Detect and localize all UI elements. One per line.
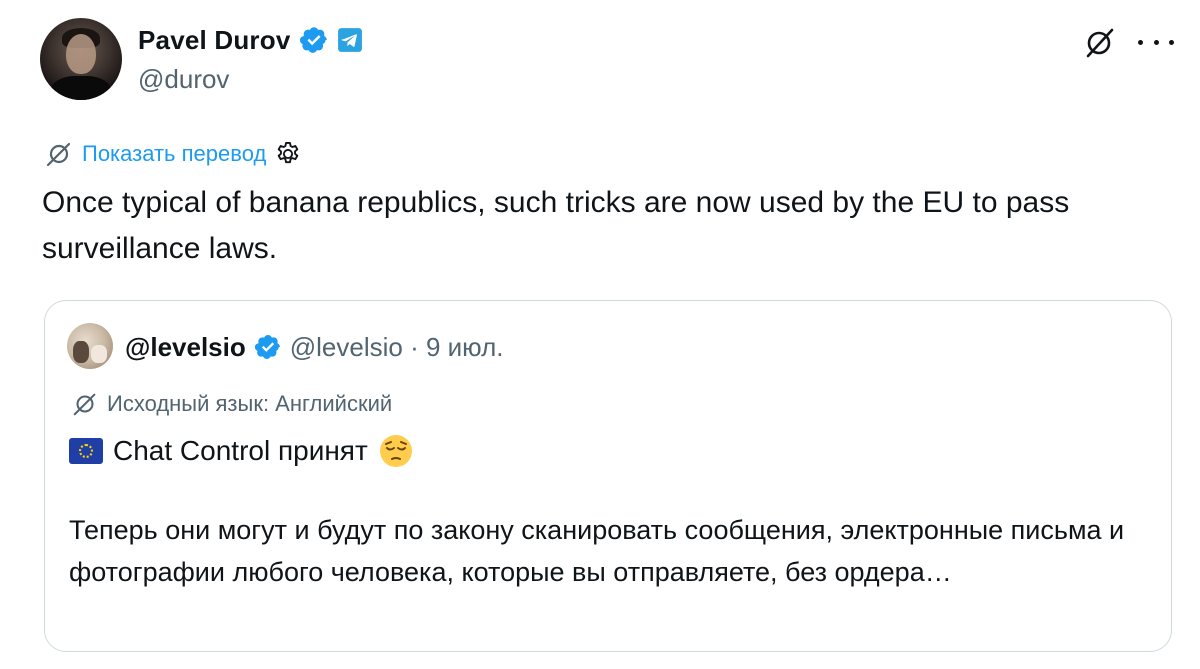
telegram-icon[interactable] bbox=[337, 27, 363, 53]
tweet-card: Pavel Durov @durov Показать перевод Once… bbox=[0, 0, 1200, 669]
translate-row: Показать перевод bbox=[44, 138, 302, 170]
author-display-name[interactable]: Pavel Durov bbox=[138, 25, 291, 56]
quoted-author-avatar[interactable] bbox=[67, 323, 113, 369]
author-name-row: Pavel Durov bbox=[138, 22, 363, 58]
translate-small-icon bbox=[73, 393, 96, 416]
tweet-text: Once typical of banana republics, such t… bbox=[42, 186, 1070, 265]
source-language-row: Исходный язык: Английский bbox=[71, 389, 392, 419]
quoted-title: Chat Control принят bbox=[113, 435, 368, 466]
gear-icon[interactable] bbox=[274, 140, 302, 168]
quoted-tweet-card[interactable]: @levelsio @levelsio · 9 июл. Исходный яз… bbox=[44, 300, 1172, 652]
quoted-author-row: @levelsio @levelsio · 9 июл. bbox=[125, 329, 504, 365]
translate-icon[interactable] bbox=[1082, 24, 1118, 60]
translate-small-icon bbox=[46, 142, 71, 167]
quoted-body-text: Теперь они могут и будут по закону скани… bbox=[69, 515, 1125, 587]
show-translation-link[interactable]: Показать перевод bbox=[82, 141, 266, 167]
pensive-face-icon bbox=[379, 435, 412, 467]
author-handle[interactable]: @durov bbox=[138, 64, 229, 95]
quoted-title-row: Chat Control принят bbox=[69, 431, 414, 471]
author-avatar[interactable] bbox=[40, 18, 122, 100]
more-icon[interactable] bbox=[1138, 24, 1174, 60]
quoted-author-name[interactable]: @levelsio bbox=[125, 332, 246, 363]
quoted-handle-date: @levelsio · 9 июл. bbox=[289, 331, 504, 362]
source-language-label: Исходный язык: Английский bbox=[107, 391, 393, 416]
eu-flag-icon bbox=[69, 438, 103, 464]
verified-badge-icon[interactable] bbox=[299, 25, 329, 55]
quoted-verified-badge-icon bbox=[254, 335, 280, 359]
